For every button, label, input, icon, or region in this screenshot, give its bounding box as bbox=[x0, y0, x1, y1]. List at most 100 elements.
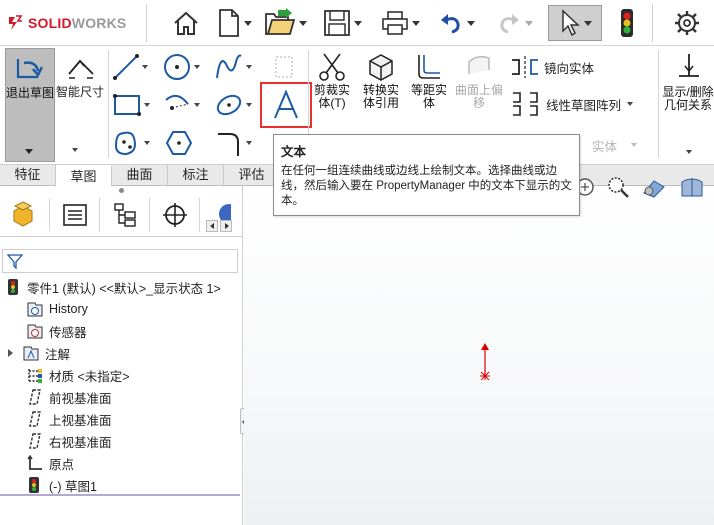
slot-tool[interactable] bbox=[112, 126, 150, 160]
graphics-area[interactable] bbox=[244, 177, 714, 525]
save-disk-icon bbox=[323, 10, 350, 36]
rebuild-button[interactable] bbox=[612, 5, 642, 41]
tab-markup[interactable]: 标注 bbox=[168, 165, 224, 186]
display-delete-relations-button[interactable]: 显示/删除几何关系 bbox=[662, 50, 714, 162]
rectangle-icon bbox=[113, 94, 141, 116]
print-button[interactable] bbox=[380, 5, 420, 41]
select-button[interactable] bbox=[548, 5, 602, 41]
crosshair-icon bbox=[162, 203, 187, 227]
annotation-icon bbox=[22, 344, 40, 362]
trim-entities-label: 剪裁实体(T) bbox=[313, 83, 350, 110]
expand-arrow-icon[interactable] bbox=[8, 349, 13, 357]
smart-dimension-button[interactable]: 智能尺寸 bbox=[56, 48, 106, 108]
plane-icon bbox=[26, 388, 44, 406]
polygon-tool[interactable] bbox=[164, 126, 196, 160]
tree-item-front-plane[interactable]: 前视基准面 bbox=[26, 386, 112, 408]
tree-item-label: 原点 bbox=[49, 457, 75, 472]
tab-features[interactable]: 特征 bbox=[0, 165, 56, 186]
tab-feature-manager[interactable] bbox=[0, 198, 50, 232]
exit-sketch-button[interactable]: 退出草图 bbox=[5, 48, 55, 162]
home-button[interactable] bbox=[168, 5, 204, 41]
tree-root-part[interactable]: 零件1 (默认) <<默认>_显示状态 1> bbox=[4, 276, 221, 298]
smart-dimension-label: 智能尺寸 bbox=[56, 85, 105, 99]
offset-entities-label: 等距实体 bbox=[410, 83, 447, 110]
feature-manager-icon bbox=[13, 201, 32, 227]
arc-icon bbox=[165, 94, 189, 110]
panel-collapse-handle[interactable] bbox=[116, 188, 126, 196]
tree-item-label: 传感器 bbox=[49, 325, 87, 340]
relations-icon bbox=[679, 54, 699, 77]
tree-item-top-plane[interactable]: 上视基准面 bbox=[26, 408, 112, 430]
new-document-button[interactable] bbox=[212, 5, 256, 41]
tree-item-right-plane[interactable]: 右视基准面 bbox=[26, 430, 112, 452]
tab-sketch[interactable]: 草图 bbox=[56, 165, 112, 186]
redo-button[interactable] bbox=[494, 5, 534, 41]
mirror-entities-button[interactable]: 镜向实体 bbox=[510, 54, 630, 80]
rebuild-light-icon bbox=[4, 278, 22, 296]
tree-item-label: 上视基准面 bbox=[49, 413, 112, 428]
rollback-bar[interactable] bbox=[0, 494, 240, 496]
tree-item-origin[interactable]: 原点 bbox=[26, 452, 74, 474]
circle-tool[interactable] bbox=[162, 50, 200, 84]
property-manager-icon bbox=[62, 204, 87, 226]
sketch-text-tool[interactable] bbox=[260, 82, 312, 128]
faded-fillet-icon bbox=[275, 56, 293, 78]
scroll-right-button[interactable] bbox=[220, 220, 232, 232]
zoom-to-area-icon[interactable] bbox=[606, 175, 630, 199]
rectangle-tool[interactable] bbox=[112, 88, 150, 122]
plane-icon bbox=[26, 410, 44, 428]
origin-icon bbox=[26, 454, 44, 472]
tree-item-sketch1[interactable]: (-) 草图1 bbox=[26, 474, 97, 496]
tab-surfaces[interactable]: 曲面 bbox=[112, 165, 168, 186]
configuration-manager-icon bbox=[113, 203, 136, 227]
sketch-fillet-tool bbox=[272, 50, 302, 84]
plane-icon bbox=[26, 432, 44, 450]
tab-evaluate[interactable]: 评估 bbox=[224, 165, 280, 186]
convert-entities-icon bbox=[369, 54, 393, 81]
arc-tool[interactable] bbox=[162, 88, 200, 122]
open-folder-icon bbox=[264, 8, 295, 35]
filter-funnel-icon bbox=[7, 254, 23, 269]
trim-entities-button[interactable]: 剪裁实体(T) bbox=[310, 50, 354, 116]
ellipse-tool[interactable] bbox=[214, 88, 252, 122]
tree-item-sensors[interactable]: 传感器 bbox=[26, 320, 87, 342]
save-button[interactable] bbox=[320, 5, 364, 41]
offset-entities-button[interactable]: 等距实体 bbox=[406, 50, 452, 116]
top-toolbar: SOLIDWORKS bbox=[0, 0, 714, 46]
spline-tool[interactable] bbox=[214, 50, 252, 84]
line-tool[interactable] bbox=[112, 50, 150, 84]
tab-configuration-manager[interactable] bbox=[100, 198, 150, 232]
tree-item-label: (-) 草图1 bbox=[49, 479, 97, 494]
scissors-icon bbox=[319, 53, 345, 81]
section-view-icon[interactable] bbox=[678, 174, 706, 200]
tab-dimxpert-manager[interactable] bbox=[150, 198, 200, 232]
tree-item-history[interactable]: History bbox=[26, 298, 88, 320]
scroll-left-button[interactable] bbox=[206, 220, 218, 232]
tree-root-label: 零件1 (默认) <<默认>_显示状态 1> bbox=[27, 281, 221, 296]
offset-entities-icon bbox=[418, 55, 440, 79]
filter-bar[interactable] bbox=[2, 249, 238, 273]
move-entities-label: 实体 bbox=[592, 139, 618, 154]
tooltip-title: 文本 bbox=[281, 145, 307, 159]
gear-icon bbox=[675, 11, 699, 35]
panel-tab-scroll bbox=[206, 220, 234, 232]
home-icon bbox=[174, 11, 198, 35]
slot-icon bbox=[114, 131, 136, 156]
ds-logo-icon bbox=[9, 15, 23, 30]
undo-button[interactable] bbox=[436, 5, 476, 41]
convert-entities-button[interactable]: 转换实体引用 bbox=[358, 50, 404, 116]
fillet-icon bbox=[218, 133, 239, 156]
tree-item-material[interactable]: 材质 <未指定> bbox=[26, 364, 130, 386]
options-button[interactable] bbox=[664, 5, 710, 41]
tab-property-manager[interactable] bbox=[50, 198, 100, 232]
linear-pattern-button[interactable]: 线性草图阵列 bbox=[510, 90, 650, 118]
sketch-fillet-button[interactable] bbox=[214, 126, 252, 160]
previous-view-icon[interactable] bbox=[640, 175, 668, 199]
open-button[interactable] bbox=[262, 5, 308, 41]
tree-item-label: History bbox=[49, 302, 88, 316]
logo-wordmark: SOLIDWORKS bbox=[28, 15, 127, 31]
line-icon bbox=[113, 54, 139, 80]
offset-on-surface-label: 曲面上偏移 bbox=[454, 83, 503, 110]
tree-item-annotations[interactable]: 注解 bbox=[8, 342, 70, 364]
mirror-entities-label: 镜向实体 bbox=[544, 61, 595, 76]
